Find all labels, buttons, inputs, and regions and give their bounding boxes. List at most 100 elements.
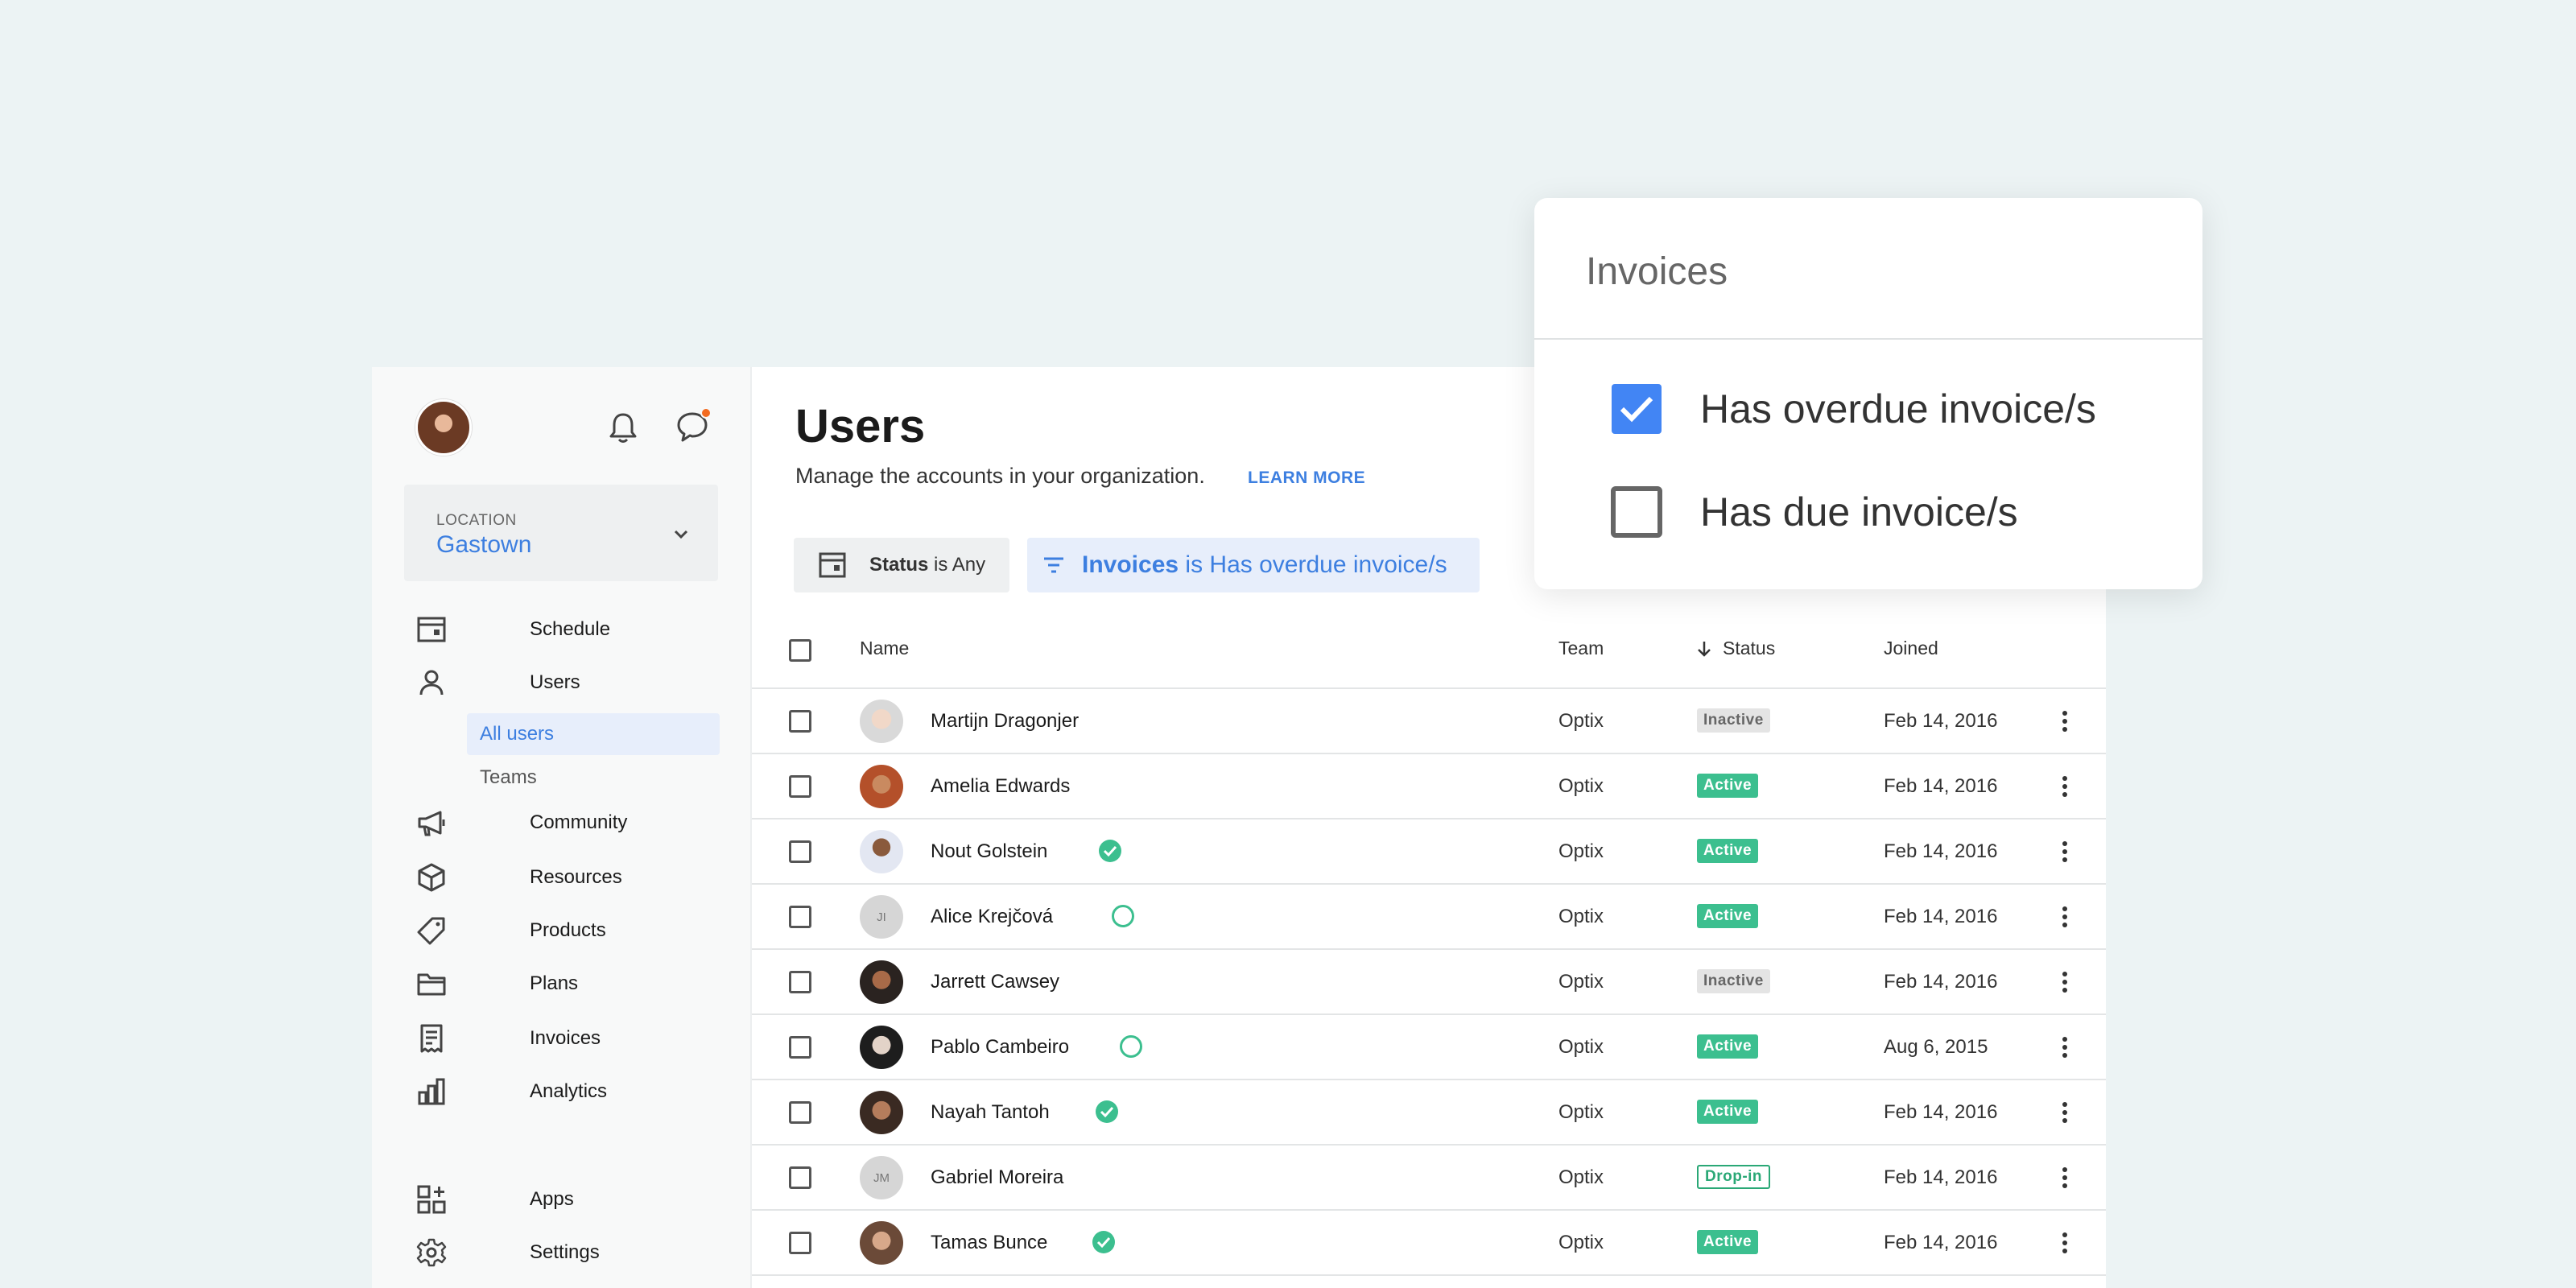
user-name[interactable]: Gabriel Moreira — [931, 1166, 1063, 1189]
arrow-down-icon — [1695, 639, 1713, 658]
user-name[interactable]: Tamas Bunce — [931, 1232, 1047, 1254]
sidebar-item-resources[interactable]: Resources — [415, 858, 721, 897]
location-value: Gastown — [436, 531, 532, 558]
row-checkbox[interactable] — [789, 971, 811, 993]
table-row[interactable]: Tamas Bunce Optix Active Feb 14, 2016 — [752, 1211, 2106, 1276]
user-team: Optix — [1558, 906, 1604, 927]
row-checkbox[interactable] — [789, 1101, 811, 1124]
folder-icon — [415, 968, 448, 1000]
sidebar-item-label: Community — [530, 811, 628, 833]
user-name[interactable]: Martijn Dragonjer — [931, 710, 1079, 733]
table-row[interactable]: JM Gabriel Moreira Optix Drop-in Feb 14,… — [752, 1146, 2106, 1211]
row-checkbox[interactable] — [789, 906, 811, 928]
user-joined: Feb 14, 2016 — [1884, 1101, 1998, 1123]
filter-op: is — [1185, 551, 1203, 578]
sidebar-item-settings[interactable]: Settings — [415, 1233, 721, 1272]
user-team: Optix — [1558, 1232, 1604, 1253]
avatar — [860, 700, 903, 743]
user-team: Optix — [1558, 971, 1604, 993]
select-all-checkbox[interactable] — [789, 639, 811, 662]
receipt-icon — [415, 1022, 448, 1055]
user-team: Optix — [1558, 1166, 1604, 1188]
avatar[interactable] — [415, 399, 472, 456]
more-options-icon[interactable] — [2053, 708, 2077, 734]
table-row[interactable]: Amelia Edwards Optix Active Feb 14, 2016 — [752, 754, 2106, 819]
user-joined: Feb 14, 2016 — [1884, 710, 1998, 732]
sidebar-item-analytics[interactable]: Analytics — [415, 1072, 721, 1111]
column-joined[interactable]: Joined — [1884, 638, 1938, 659]
checkbox-unchecked-icon[interactable] — [1610, 485, 1663, 539]
sidebar-item-apps[interactable]: Apps — [415, 1180, 721, 1219]
sidebar-item-all-users[interactable]: All users — [467, 713, 720, 755]
more-options-icon[interactable] — [2053, 904, 2077, 930]
row-checkbox[interactable] — [789, 1036, 811, 1059]
more-options-icon[interactable] — [2053, 1230, 2077, 1256]
status-filter-chip[interactable]: Status is Any — [794, 538, 1009, 592]
sidebar-item-community[interactable]: Community — [415, 803, 721, 842]
user-name[interactable]: Jarrett Cawsey — [931, 971, 1059, 993]
bell-icon[interactable] — [607, 411, 639, 444]
column-team[interactable]: Team — [1558, 638, 1604, 659]
status-badge: Active — [1697, 904, 1759, 928]
sidebar-item-label: Schedule — [530, 618, 611, 640]
more-options-icon[interactable] — [2053, 969, 2077, 995]
apps-icon — [415, 1183, 448, 1216]
checkbox-checked-icon[interactable] — [1610, 382, 1663, 436]
table-row[interactable]: Nout Golstein Optix Active Feb 14, 2016 — [752, 819, 2106, 885]
table-row[interactable]: Martijn Dragonjer Optix Inactive Feb 14,… — [752, 689, 2106, 754]
table-row[interactable]: Pablo Cambeiro Optix Active Aug 6, 2015 — [752, 1015, 2106, 1080]
divider — [1534, 338, 2202, 340]
avatar — [860, 830, 903, 873]
sidebar-item-teams[interactable]: Teams — [467, 757, 720, 799]
sidebar-item-label: Products — [530, 919, 606, 941]
tag-icon — [415, 914, 448, 947]
user-name[interactable]: Amelia Edwards — [931, 775, 1070, 798]
invoices-filter-chip[interactable]: Invoices is Has overdue invoice/s — [1027, 538, 1480, 592]
more-options-icon[interactable] — [2053, 1165, 2077, 1191]
table-row[interactable]: JI Alice Krejčová Optix Active Feb 14, 2… — [752, 885, 2106, 950]
table-row[interactable]: Jarrett Cawsey Optix Inactive Feb 14, 20… — [752, 950, 2106, 1015]
status-badge: Active — [1697, 1100, 1759, 1124]
sidebar: LOCATION Gastown Schedule Users All user… — [372, 367, 752, 1288]
status-badge: Inactive — [1697, 708, 1770, 733]
column-status[interactable]: Status — [1695, 638, 1775, 659]
user-joined: Feb 14, 2016 — [1884, 1232, 1998, 1253]
user-joined: Feb 14, 2016 — [1884, 775, 1998, 797]
row-checkbox[interactable] — [789, 1166, 811, 1189]
avatar: JI — [860, 895, 903, 939]
more-options-icon[interactable] — [2053, 1100, 2077, 1125]
status-badge: Active — [1697, 774, 1759, 798]
learn-more-link[interactable]: LEARN MORE — [1248, 469, 1365, 488]
table-row[interactable]: Nayah Tantoh Optix Active Feb 14, 2016 — [752, 1080, 2106, 1146]
sidebar-item-users[interactable]: Users — [415, 663, 721, 702]
location-selector[interactable]: LOCATION Gastown — [404, 485, 718, 581]
avatar — [860, 1221, 903, 1265]
status-badge: Active — [1697, 1230, 1759, 1254]
more-options-icon[interactable] — [2053, 839, 2077, 865]
user-name[interactable]: Pablo Cambeiro — [931, 1036, 1069, 1059]
gear-icon — [415, 1236, 448, 1269]
user-name[interactable]: Nout Golstein — [931, 840, 1047, 863]
user-joined: Feb 14, 2016 — [1884, 971, 1998, 993]
sidebar-item-products[interactable]: Products — [415, 911, 721, 950]
option-has-due-invoices[interactable]: Has due invoice/s — [1610, 485, 2018, 539]
row-checkbox[interactable] — [789, 775, 811, 798]
column-name[interactable]: Name — [860, 638, 909, 659]
user-name[interactable]: Nayah Tantoh — [931, 1101, 1050, 1124]
row-checkbox[interactable] — [789, 1232, 811, 1254]
pending-icon — [1119, 1034, 1143, 1059]
sidebar-item-invoices[interactable]: Invoices — [415, 1019, 721, 1058]
sidebar-item-schedule[interactable]: Schedule — [415, 610, 721, 649]
row-checkbox[interactable] — [789, 840, 811, 863]
pending-icon — [1111, 904, 1135, 928]
user-name[interactable]: Alice Krejčová — [931, 906, 1053, 928]
verified-icon — [1092, 1230, 1116, 1254]
more-options-icon[interactable] — [2053, 774, 2077, 799]
avatar — [860, 1026, 903, 1069]
status-badge: Drop-in — [1697, 1165, 1771, 1189]
option-has-overdue-invoices[interactable]: Has overdue invoice/s — [1610, 382, 2096, 436]
filter-field: Status — [869, 554, 929, 576]
row-checkbox[interactable] — [789, 710, 811, 733]
sidebar-item-plans[interactable]: Plans — [415, 964, 721, 1003]
more-options-icon[interactable] — [2053, 1034, 2077, 1060]
